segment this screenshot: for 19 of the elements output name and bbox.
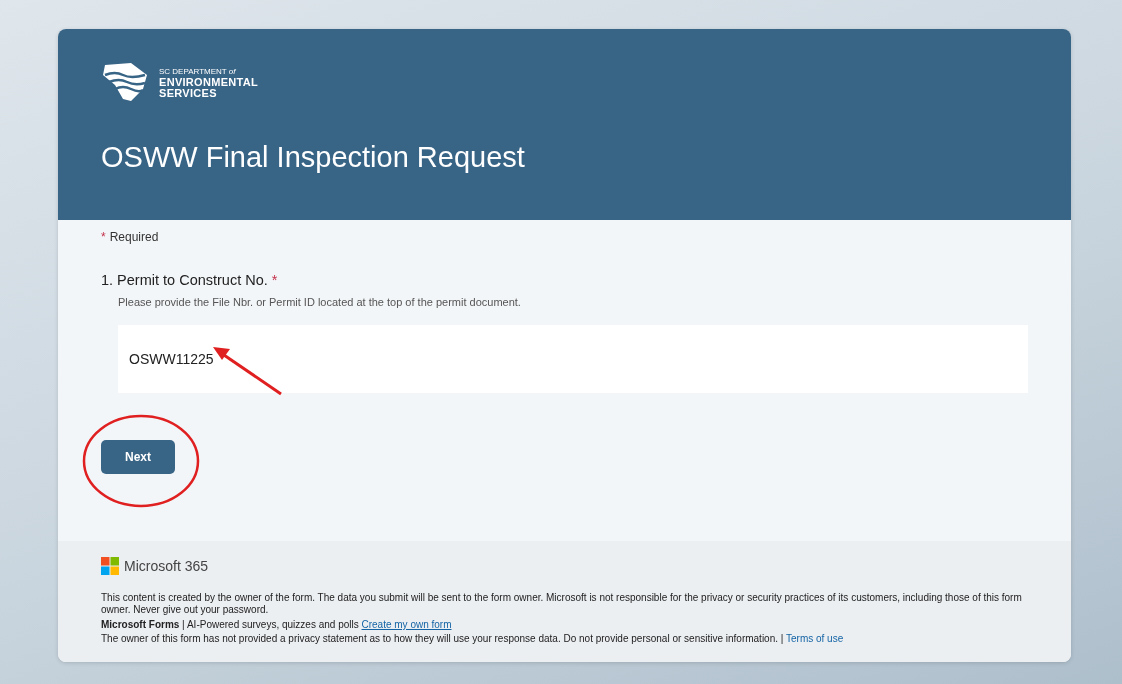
- department-name: SC DEPARTMENT of: [159, 65, 237, 77]
- department-name: ENVIRONMENTAL: [159, 76, 259, 88]
- required-note: Required: [109, 230, 159, 244]
- next-button[interactable]: Next: [101, 440, 175, 474]
- terms-link[interactable]: Terms of use: [786, 633, 844, 644]
- required-asterisk: *: [271, 272, 278, 288]
- question-hint: Please provide the File Nbr. or Permit ID located at the top of the permit document.: [118, 296, 522, 308]
- privacy-statement: The owner of this form has not provided a privacy statement as to how they will use your response data. Do not provide personal or sensitive information. |: [101, 633, 784, 644]
- question-label: 1. Permit to Construct No.: [101, 272, 268, 288]
- brand-name: Microsoft 365: [124, 558, 209, 574]
- create-form-link[interactable]: Create my own form: [361, 619, 452, 630]
- required-asterisk: *: [101, 230, 106, 244]
- forms-tagline: Microsoft Forms | AI-Powered surveys, quizzes and polls: [101, 619, 359, 630]
- annotation-arrow: [213, 347, 282, 396]
- answer-field[interactable]: OSWW11225: [118, 325, 1028, 393]
- microsoft-logo-icon: [101, 557, 119, 575]
- disclaimer-text: This content is created by the owner of the form. The data you submit will be sent to the form owner. Microsoft is not responsible for the privacy or security practices of its customers, including those of this form owner. Never give out your password.: [101, 592, 1023, 616]
- form-title: OSWW Final Inspection Request: [101, 141, 526, 174]
- department-name: SERVICES: [159, 87, 218, 99]
